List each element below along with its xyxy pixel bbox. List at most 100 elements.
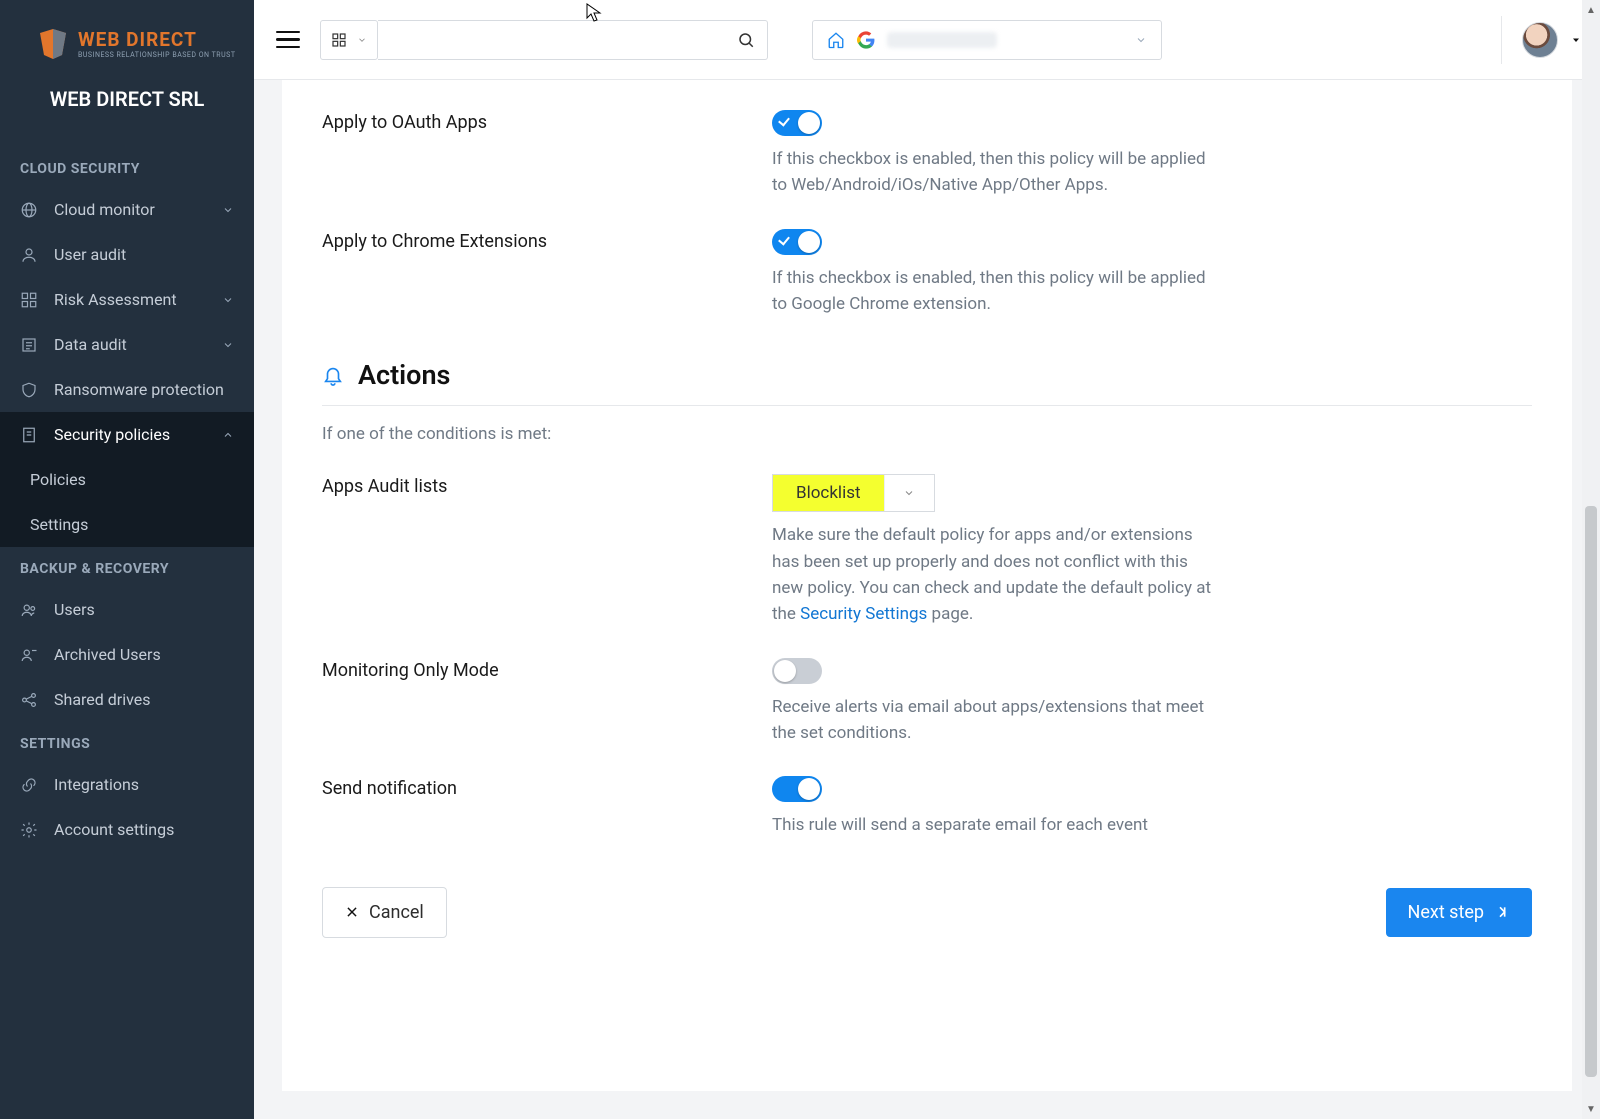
user-menu[interactable] [1501, 16, 1582, 64]
next-step-button[interactable]: Next step [1386, 888, 1533, 937]
label-monitoring-mode: Monitoring Only Mode [322, 658, 772, 747]
caret-down-icon [1570, 34, 1582, 46]
share-icon [20, 691, 38, 709]
avatar [1522, 22, 1558, 58]
globe-icon [20, 201, 38, 219]
chevron-down-icon [357, 35, 367, 45]
section-subtitle: If one of the conditions is met: [322, 424, 1532, 444]
nav-section-cloud-security: CLOUD SECURITY [0, 147, 254, 187]
main-area: Apply to OAuth Apps If this checkbox is … [254, 0, 1600, 1119]
select-apps-audit[interactable]: Blocklist [772, 474, 935, 512]
toggle-monitoring-mode[interactable] [772, 658, 822, 684]
link-security-settings[interactable]: Security Settings [800, 604, 927, 624]
users-icon [20, 601, 38, 619]
sidebar-item-shared-drives[interactable]: Shared drives [0, 677, 254, 722]
label-oauth-apps: Apply to OAuth Apps [322, 110, 772, 199]
toggle-send-notification[interactable] [772, 776, 822, 802]
next-step-button-label: Next step [1408, 902, 1485, 923]
sidebar-item-account-settings[interactable]: Account settings [0, 807, 254, 852]
sidebar-item-label: Data audit [54, 335, 127, 354]
search-icon [737, 31, 755, 49]
cancel-button[interactable]: Cancel [322, 887, 447, 938]
toggle-chrome-ext[interactable] [772, 229, 822, 255]
arrow-right-icon [1494, 904, 1510, 920]
sidebar-item-label: Risk Assessment [54, 290, 177, 309]
scroll-down-icon[interactable]: ▼ [1582, 1099, 1600, 1119]
grid-icon [20, 291, 38, 309]
vertical-scrollbar[interactable]: ▲ ▼ [1582, 0, 1600, 1119]
list-icon [20, 336, 38, 354]
sidebar-subitem-policies[interactable]: Policies [0, 457, 254, 502]
sidebar-item-label: Shared drives [54, 690, 151, 709]
row-monitoring-mode: Monitoring Only Mode Receive alerts via … [322, 628, 1532, 747]
row-oauth-apps: Apply to OAuth Apps If this checkbox is … [322, 80, 1532, 199]
content-area: Apply to OAuth Apps If this checkbox is … [254, 80, 1600, 1119]
grid-view-icon [331, 32, 347, 48]
chevron-down-icon [1135, 34, 1147, 46]
policy-icon [20, 426, 38, 444]
sidebar-item-label: Account settings [54, 820, 174, 839]
sidebar-item-cloud-monitor[interactable]: Cloud monitor [0, 187, 254, 232]
policy-form-panel: Apply to OAuth Apps If this checkbox is … [282, 80, 1572, 1091]
scroll-thumb[interactable] [1585, 506, 1597, 1078]
form-footer: Cancel Next step [322, 887, 1532, 938]
sidebar-item-users[interactable]: Users [0, 587, 254, 632]
close-icon [345, 905, 359, 919]
sidebar-item-ransomware[interactable]: Ransomware protection [0, 367, 254, 412]
gear-icon [20, 821, 38, 839]
logo-text: WEB DIRECT [78, 28, 236, 51]
bell-icon [322, 364, 344, 386]
chevron-up-icon [222, 429, 234, 441]
home-icon [827, 31, 845, 49]
hint-monitoring-mode: Receive alerts via email about apps/exte… [772, 694, 1212, 747]
sidebar-item-label: Users [54, 600, 95, 619]
google-icon [857, 31, 875, 49]
topbar [254, 0, 1600, 80]
org-name: WEB DIRECT SRL [0, 69, 254, 147]
row-apps-audit: Apps Audit lists Blocklist Make sure the… [322, 444, 1532, 627]
sidebar: WEB DIRECT BUSINESS RELATIONSHIP BASED O… [0, 0, 254, 1119]
sidebar-item-archived-users[interactable]: Archived Users [0, 632, 254, 677]
section-actions: Actions [322, 359, 1532, 406]
select-value: Blocklist [773, 475, 884, 511]
scroll-track[interactable] [1582, 20, 1600, 1099]
hint-chrome-ext: If this checkbox is enabled, then this p… [772, 265, 1212, 318]
sidebar-item-user-audit[interactable]: User audit [0, 232, 254, 277]
cancel-button-label: Cancel [369, 902, 424, 923]
user-icon [20, 246, 38, 264]
sidebar-submenu: Policies Settings [0, 457, 254, 547]
sidebar-subitem-settings[interactable]: Settings [0, 502, 254, 547]
chevron-down-icon [222, 204, 234, 216]
row-send-notification: Send notification This rule will send a … [322, 746, 1532, 838]
section-title: Actions [358, 359, 450, 391]
logo: WEB DIRECT BUSINESS RELATIONSHIP BASED O… [0, 28, 254, 69]
sidebar-item-security-policies[interactable]: Security policies [0, 412, 254, 457]
label-apps-audit: Apps Audit lists [322, 474, 772, 627]
logo-tagline: BUSINESS RELATIONSHIP BASED ON TRUST [78, 51, 236, 59]
account-name-redacted [887, 32, 997, 48]
link-icon [20, 776, 38, 794]
view-mode-select[interactable] [320, 20, 378, 60]
sidebar-item-label: Archived Users [54, 645, 161, 664]
search-input[interactable] [390, 31, 737, 49]
logo-text-wrap: WEB DIRECT BUSINESS RELATIONSHIP BASED O… [78, 28, 236, 59]
hint-oauth-apps: If this checkbox is enabled, then this p… [772, 146, 1212, 199]
sidebar-item-label: Cloud monitor [54, 200, 155, 219]
scroll-up-icon[interactable]: ▲ [1582, 0, 1600, 20]
hint-send-notification: This rule will send a separate email for… [772, 812, 1212, 838]
account-selector[interactable] [812, 20, 1162, 60]
nav-section-backup: BACKUP & RECOVERY [0, 547, 254, 587]
sidebar-item-label: Ransomware protection [54, 380, 224, 399]
menu-toggle-button[interactable] [272, 27, 304, 53]
sidebar-item-integrations[interactable]: Integrations [0, 762, 254, 807]
sidebar-item-data-audit[interactable]: Data audit [0, 322, 254, 367]
row-chrome-ext: Apply to Chrome Extensions If this check… [322, 199, 1532, 318]
chevron-down-icon [884, 475, 934, 511]
shield-icon [20, 381, 38, 399]
search-box[interactable] [378, 20, 768, 60]
sidebar-item-label: User audit [54, 245, 126, 264]
sidebar-item-label: Security policies [54, 425, 170, 444]
sidebar-item-risk-assessment[interactable]: Risk Assessment [0, 277, 254, 322]
label-chrome-ext: Apply to Chrome Extensions [322, 229, 772, 318]
toggle-oauth-apps[interactable] [772, 110, 822, 136]
